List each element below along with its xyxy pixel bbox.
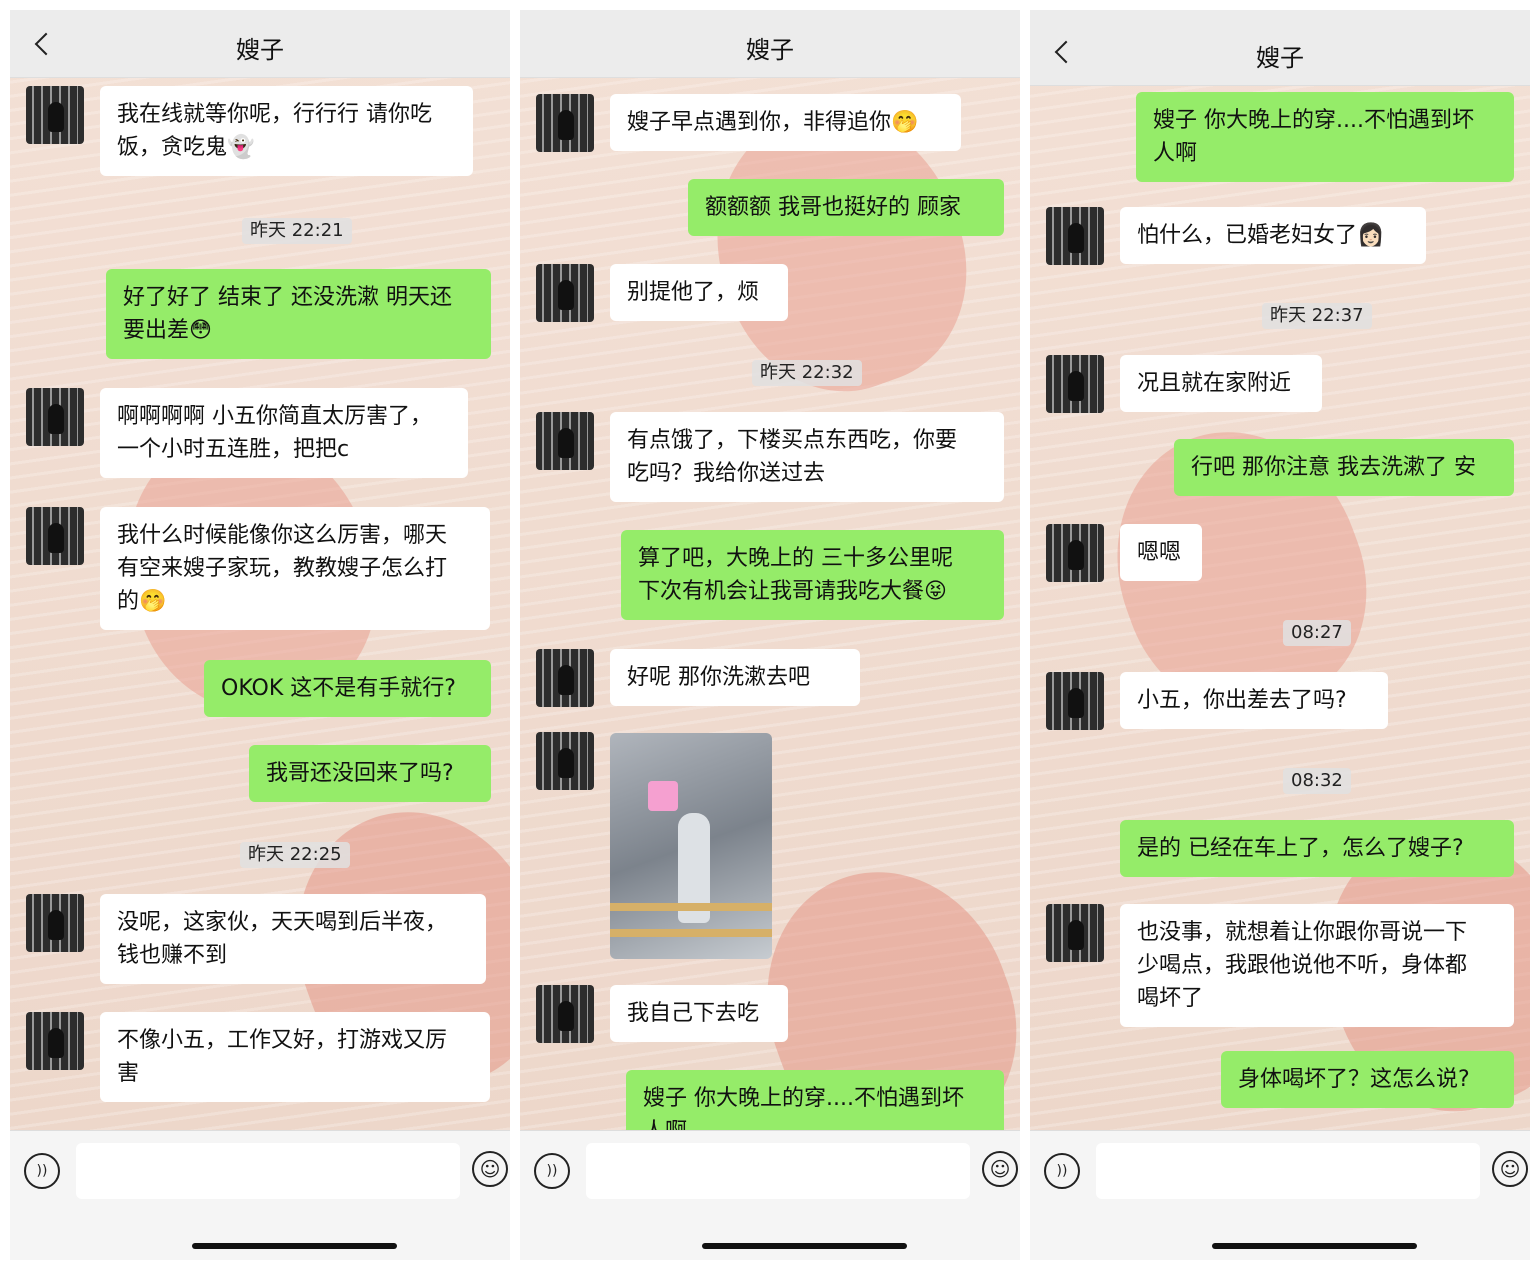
- message-bubble-outgoing[interactable]: 我哥还没回来了吗?: [249, 745, 491, 802]
- message-bubble-incoming[interactable]: 况且就在家附近: [1120, 355, 1322, 412]
- message-bubble-outgoing[interactable]: 嫂子 你大晚上的穿....不怕遇到坏 人啊: [1136, 92, 1514, 182]
- message-bubble-incoming[interactable]: 好呢 那你洗漱去吧: [610, 649, 860, 706]
- home-indicator: [1212, 1243, 1417, 1249]
- chat-header: 嫂子: [1030, 10, 1530, 86]
- message-bubble-outgoing[interactable]: 好了好了 结束了 还没洗漱 明天还 要出差😳: [106, 269, 491, 359]
- contact-avatar[interactable]: [26, 507, 84, 565]
- contact-avatar[interactable]: [536, 732, 594, 790]
- emoji-icon[interactable]: ☺: [1492, 1151, 1528, 1187]
- timestamp: 昨天 22:25: [240, 842, 350, 868]
- message-bubble-outgoing[interactable]: 是的 已经在车上了，怎么了嫂子?: [1120, 820, 1514, 877]
- home-indicator: [702, 1243, 907, 1249]
- message-bubble-incoming[interactable]: 啊啊啊啊 小五你简直太厉害了， 一个小时五连胜，把把c: [100, 388, 468, 478]
- message-bubble-outgoing[interactable]: 算了吧，大晚上的 三十多公里呢 下次有机会让我哥请我吃大餐😝: [621, 530, 1004, 620]
- contact-avatar[interactable]: [536, 264, 594, 322]
- message-bubble-incoming[interactable]: 嫂子早点遇到你，非得追你🤭: [610, 94, 961, 151]
- contact-avatar[interactable]: [26, 894, 84, 952]
- chat-screen-2: 嫂子 嫂子早点遇到你，非得追你🤭 额额额 我哥也挺好的 顾家 别提他了，烦 昨天…: [520, 10, 1020, 1260]
- message-input[interactable]: [76, 1143, 460, 1199]
- emoji-icon[interactable]: ☺: [982, 1151, 1018, 1187]
- message-bubble-incoming[interactable]: 别提他了，烦: [610, 264, 788, 321]
- message-bubble-outgoing[interactable]: 身体喝坏了？这怎么说?: [1221, 1051, 1514, 1108]
- chat-title: 嫂子: [746, 36, 794, 64]
- message-bubble-outgoing[interactable]: 行吧 那你注意 我去洗漱了 安: [1174, 439, 1514, 496]
- home-indicator: [192, 1243, 397, 1249]
- contact-avatar[interactable]: [26, 388, 84, 446]
- contact-avatar[interactable]: [1046, 355, 1104, 413]
- image-message[interactable]: [610, 733, 772, 959]
- message-bubble-incoming[interactable]: 有点饿了，下楼买点东西吃，你要 吃吗？我给你送过去: [610, 412, 1004, 502]
- contact-avatar[interactable]: [26, 86, 84, 144]
- contact-avatar[interactable]: [536, 985, 594, 1043]
- message-bubble-outgoing[interactable]: OKOK 这不是有手就行?: [204, 660, 491, 717]
- contact-avatar[interactable]: [536, 649, 594, 707]
- message-bubble-incoming[interactable]: 小五，你出差去了吗?: [1120, 672, 1388, 729]
- chat-screen-3: 嫂子 嫂子 你大晚上的穿....不怕遇到坏 人啊 怕什么，已婚老妇女了👩🏻 昨天…: [1030, 10, 1530, 1260]
- input-bar: )) ☺: [520, 1130, 1020, 1260]
- timestamp: 08:27: [1283, 620, 1351, 646]
- chat-header: 嫂子: [10, 10, 510, 78]
- timestamp: 昨天 22:37: [1262, 303, 1372, 329]
- timestamp: 昨天 22:32: [752, 360, 862, 386]
- contact-avatar[interactable]: [536, 94, 594, 152]
- message-bubble-incoming[interactable]: 也没事，就想着让你跟你哥说一下 少喝点，我跟他说他不听，身体都 喝坏了: [1120, 904, 1514, 1027]
- chat-header: 嫂子: [520, 10, 1020, 78]
- message-input[interactable]: [586, 1143, 970, 1199]
- photo-handrail: [610, 929, 772, 937]
- voice-icon[interactable]: )): [24, 1153, 60, 1189]
- chat-title: 嫂子: [236, 36, 284, 64]
- message-bubble-incoming[interactable]: 嗯嗯: [1120, 524, 1202, 581]
- message-list[interactable]: 嫂子 你大晚上的穿....不怕遇到坏 人啊 怕什么，已婚老妇女了👩🏻 昨天 22…: [1030, 78, 1530, 1130]
- message-input[interactable]: [1096, 1143, 1480, 1199]
- chat-title: 嫂子: [1256, 44, 1304, 72]
- message-bubble-outgoing[interactable]: 额额额 我哥也挺好的 顾家: [688, 179, 1004, 236]
- input-bar: )) ☺: [10, 1130, 510, 1260]
- contact-avatar[interactable]: [1046, 207, 1104, 265]
- contact-avatar[interactable]: [26, 1012, 84, 1070]
- message-bubble-incoming[interactable]: 我什么时候能像你这么厉害，哪天 有空来嫂子家玩，教教嫂子怎么打 的🤭: [100, 507, 490, 630]
- emoji-icon[interactable]: ☺: [472, 1151, 508, 1187]
- sticker-icon: [648, 781, 678, 811]
- message-bubble-incoming[interactable]: 没呢，这家伙，天天喝到后半夜， 钱也赚不到: [100, 894, 486, 984]
- input-bar: )) ☺: [1030, 1130, 1530, 1260]
- timestamp: 08:32: [1283, 768, 1351, 794]
- message-bubble-incoming[interactable]: 怕什么，已婚老妇女了👩🏻: [1120, 207, 1426, 264]
- contact-avatar[interactable]: [536, 412, 594, 470]
- message-bubble-incoming[interactable]: 我在线就等你呢，行行行 请你吃 饭，贪吃鬼👻: [100, 86, 473, 176]
- voice-icon[interactable]: )): [534, 1153, 570, 1189]
- contact-avatar[interactable]: [1046, 524, 1104, 582]
- message-bubble-incoming[interactable]: 我自己下去吃: [610, 985, 788, 1042]
- contact-avatar[interactable]: [1046, 904, 1104, 962]
- message-list[interactable]: 嫂子早点遇到你，非得追你🤭 额额额 我哥也挺好的 顾家 别提他了，烦 昨天 22…: [520, 78, 1020, 1160]
- message-list[interactable]: 我在线就等你呢，行行行 请你吃 饭，贪吃鬼👻 昨天 22:21 好了好了 结束了…: [10, 78, 510, 1130]
- message-bubble-incoming[interactable]: 不像小五，工作又好，打游戏又厉 害: [100, 1012, 490, 1102]
- contact-avatar[interactable]: [1046, 672, 1104, 730]
- timestamp: 昨天 22:21: [242, 218, 352, 244]
- voice-icon[interactable]: )): [1044, 1153, 1080, 1189]
- chat-screen-1: 嫂子 我在线就等你呢，行行行 请你吃 饭，贪吃鬼👻 昨天 22:21 好了好了 …: [10, 10, 510, 1260]
- photo-handrail: [610, 903, 772, 911]
